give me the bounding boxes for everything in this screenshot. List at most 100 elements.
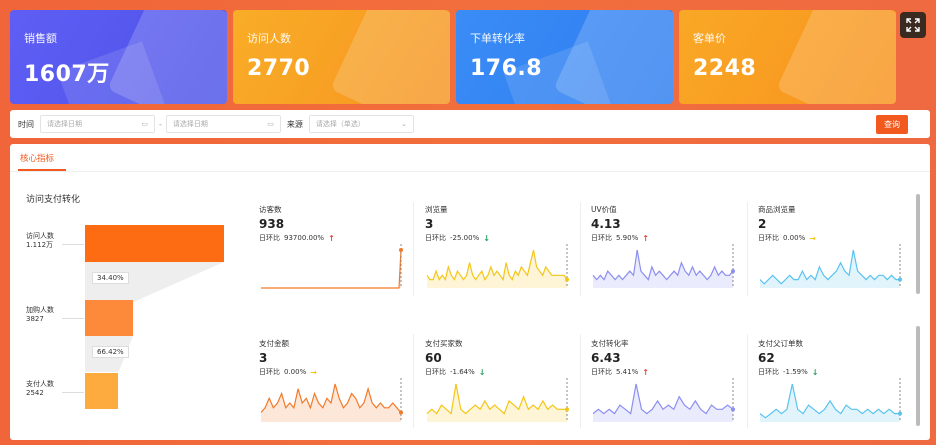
metric-value: 4.13 xyxy=(591,217,621,231)
compare-label: 日环比 xyxy=(591,368,612,376)
funnel-rate-1: 34.40% xyxy=(92,272,129,284)
sparkline-area xyxy=(760,250,900,288)
stage-value: 2542 xyxy=(26,389,44,398)
funnel-title: 访问支付转化 xyxy=(26,195,81,205)
metric-title: 浏览量 xyxy=(425,205,448,214)
metric-compare: 日环比 93700.00% ↑ xyxy=(259,233,409,243)
calendar-icon: ▭ xyxy=(141,120,148,128)
sparkline-area xyxy=(593,384,733,422)
divider xyxy=(580,202,581,296)
metric-title: 访客数 xyxy=(259,205,282,214)
sparkline-area xyxy=(593,250,733,288)
scrollbar[interactable] xyxy=(916,194,920,294)
compare-label: 日环比 xyxy=(259,368,280,376)
compare-value: -1.59% xyxy=(783,368,808,376)
metric-compare: 日环比 0.00% → xyxy=(758,233,908,243)
metric-compare: 日环比 -1.64% ↓ xyxy=(425,367,575,377)
metric-title: 支付买家数 xyxy=(425,339,463,348)
divider xyxy=(413,334,414,428)
stage-value: 3827 xyxy=(26,315,44,324)
scrollbar[interactable] xyxy=(916,326,920,426)
sparkline-point xyxy=(898,411,902,416)
kpi-title: 客单价 xyxy=(693,32,726,45)
funnel-bar-cart xyxy=(85,300,133,336)
kpi-title: 访问人数 xyxy=(247,32,291,45)
divider xyxy=(747,334,748,428)
funnel-bar-visit xyxy=(85,225,224,262)
funnel-connector xyxy=(62,318,84,319)
sparkline-chart xyxy=(592,378,735,422)
trend-down-icon: ↓ xyxy=(483,233,490,243)
metric-card: 支付买家数 60 日环比 -1.64% ↓ xyxy=(425,338,575,445)
metric-compare: 日环比 -25.00% ↓ xyxy=(425,233,575,243)
sparkline-point xyxy=(565,277,569,282)
fullscreen-icon[interactable] xyxy=(900,12,926,38)
trend-up-icon: ↑ xyxy=(642,233,649,243)
metric-card: 访客数 938 日环比 93700.00% ↑ xyxy=(259,204,409,316)
sparkline-chart xyxy=(260,378,403,422)
trend-up-icon: ↑ xyxy=(328,233,335,243)
metric-compare: 日环比 5.90% ↑ xyxy=(591,233,741,243)
stage-value: 1.112万 xyxy=(26,241,54,250)
sparkline-point xyxy=(399,410,403,415)
sparkline-area xyxy=(427,384,567,422)
tab-core-metrics[interactable]: 核心指标 xyxy=(20,152,54,164)
start-date-placeholder: 请选择日期 xyxy=(47,120,82,128)
sparkline-area xyxy=(760,384,900,422)
source-select[interactable]: 请选择（单选） ⌄ xyxy=(308,115,414,133)
end-date-placeholder: 请选择日期 xyxy=(172,120,208,128)
compare-label: 日环比 xyxy=(259,234,280,242)
sparkline-chart xyxy=(261,244,403,289)
metric-value: 3 xyxy=(425,217,434,231)
stage-name: 加购人数 xyxy=(26,306,54,314)
compare-value: 5.41% xyxy=(616,368,639,376)
source-placeholder: 请选择（单选） xyxy=(315,120,365,128)
funnel-bar-pay xyxy=(85,373,118,409)
metric-value: 62 xyxy=(758,351,775,365)
trend-flat-icon: → xyxy=(310,367,317,377)
stage-name: 支付人数 xyxy=(26,380,54,388)
divider xyxy=(580,334,581,428)
sparkline-point xyxy=(898,277,902,282)
metric-card: 支付金额 3 日环比 0.00% → xyxy=(259,338,409,445)
compare-value: -25.00% xyxy=(450,234,480,242)
divider xyxy=(413,202,414,296)
funnel-stage-visit: 访问人数 1.112万 xyxy=(26,232,54,250)
filter-bar: 时间 请选择日期 ▭ - 请选择日期 ▭ 来源 请选择（单选） ⌄ 查询 xyxy=(10,110,930,138)
end-date-input[interactable]: 请选择日期 ▭ xyxy=(165,115,281,133)
metric-value: 938 xyxy=(259,217,285,231)
kpi-title: 下单转化率 xyxy=(470,32,525,45)
compare-label: 日环比 xyxy=(425,234,446,242)
tab-divider xyxy=(10,171,930,172)
compare-value: 93700.00% xyxy=(284,234,325,242)
metric-value: 2 xyxy=(758,217,767,231)
sparkline-chart xyxy=(592,244,735,288)
kpi-card-conversion: 下单转化率 176.8 xyxy=(456,10,673,104)
compare-value: 5.90% xyxy=(616,234,639,242)
sparkline-point xyxy=(399,248,403,252)
compare-value: 0.00% xyxy=(284,368,307,376)
funnel-stage-cart: 加购人数 3827 xyxy=(26,306,54,324)
compare-label: 日环比 xyxy=(591,234,612,242)
metric-title: 支付父订单数 xyxy=(758,339,803,348)
sparkline-point xyxy=(731,407,735,412)
start-date-input[interactable]: 请选择日期 ▭ xyxy=(40,115,155,133)
metric-card: 支付转化率 6.43 日环比 5.41% ↑ xyxy=(591,338,741,445)
funnel-connector xyxy=(62,392,84,393)
compare-value: -1.64% xyxy=(450,368,475,376)
trend-up-icon: ↑ xyxy=(642,367,649,377)
trend-down-icon: ↓ xyxy=(478,367,486,377)
metric-card: 商品浏览量 2 日环比 0.00% → xyxy=(758,204,908,316)
compare-label: 日环比 xyxy=(425,368,446,376)
kpi-card-avg-order: 客单价 2248 xyxy=(679,10,896,104)
date-separator: - xyxy=(159,119,162,129)
metric-value: 60 xyxy=(425,351,442,365)
sparkline-point xyxy=(565,407,569,412)
sparkline-point xyxy=(731,269,735,274)
metric-card: 支付父订单数 62 日环比 -1.59% ↓ xyxy=(758,338,908,445)
calendar-icon: ▭ xyxy=(267,120,274,128)
search-button[interactable]: 查询 xyxy=(876,115,908,134)
kpi-card-sales: 销售额 1607万 xyxy=(10,10,227,104)
compare-label: 日环比 xyxy=(758,368,779,376)
sparkline-chart xyxy=(426,378,569,422)
